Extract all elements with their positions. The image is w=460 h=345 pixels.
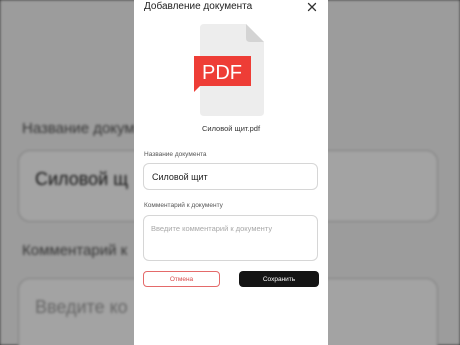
- pdf-badge-text: PDF: [202, 62, 242, 84]
- modal-title: Добавление документа: [144, 1, 253, 12]
- save-button[interactable]: Сохранить: [239, 271, 319, 287]
- cancel-button[interactable]: Отмена: [143, 271, 220, 287]
- document-name-input[interactable]: Силовой щит: [143, 163, 318, 190]
- comment-label: Комментарий к документу: [144, 202, 223, 209]
- close-icon[interactable]: [305, 0, 319, 14]
- document-name-label: Название документа: [144, 151, 207, 158]
- pdf-file-icon: PDF: [194, 24, 266, 116]
- add-document-modal: Добавление документа PDF Силовой щит.pdf…: [134, 0, 328, 345]
- comment-textarea[interactable]: Введите комментарий к документу: [143, 215, 318, 261]
- file-name: Силовой щит.pdf: [201, 124, 261, 133]
